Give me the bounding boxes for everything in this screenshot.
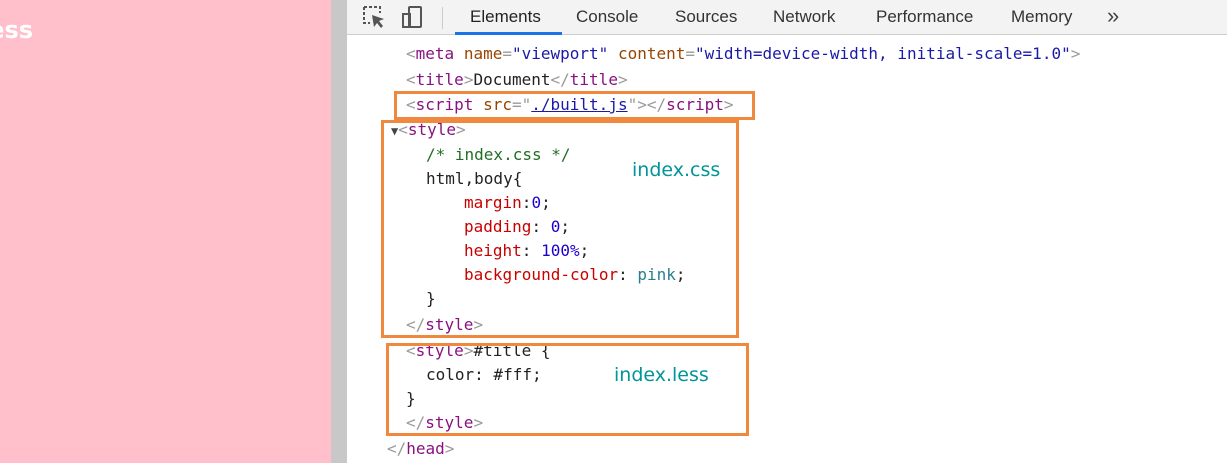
dom-node-head-close[interactable]: </head> (387, 437, 454, 461)
panel-resizer[interactable] (331, 0, 347, 463)
devtools-toolbar: Elements Console Sources Network Perform… (347, 0, 1227, 35)
dom-node-meta[interactable]: <meta name="viewport" content="width=dev… (406, 42, 1080, 66)
active-tab-indicator (455, 32, 562, 35)
page-preview: less (0, 0, 331, 463)
annotation-label-css: index.css (632, 159, 721, 181)
tab-sources[interactable]: Sources (675, 0, 737, 34)
tab-elements[interactable]: Elements (470, 0, 541, 34)
devtools-panel: Elements Console Sources Network Perform… (347, 0, 1227, 463)
cursor-select-icon[interactable] (361, 4, 387, 30)
dom-node-title[interactable]: <title>Document</title> (406, 68, 628, 92)
annotation-box-css (381, 120, 739, 338)
tab-memory[interactable]: Memory (1011, 0, 1072, 34)
annotation-label-less: index.less (614, 364, 709, 386)
tab-console[interactable]: Console (576, 0, 638, 34)
tab-performance[interactable]: Performance (876, 0, 973, 34)
device-toggle-icon[interactable] (399, 4, 425, 30)
tab-network[interactable]: Network (773, 0, 835, 34)
toolbar-separator (442, 7, 443, 29)
annotation-box-script (394, 91, 755, 120)
annotation-box-less (386, 343, 749, 436)
page-title: less (0, 16, 34, 44)
more-tabs-button[interactable]: » (1107, 0, 1119, 34)
